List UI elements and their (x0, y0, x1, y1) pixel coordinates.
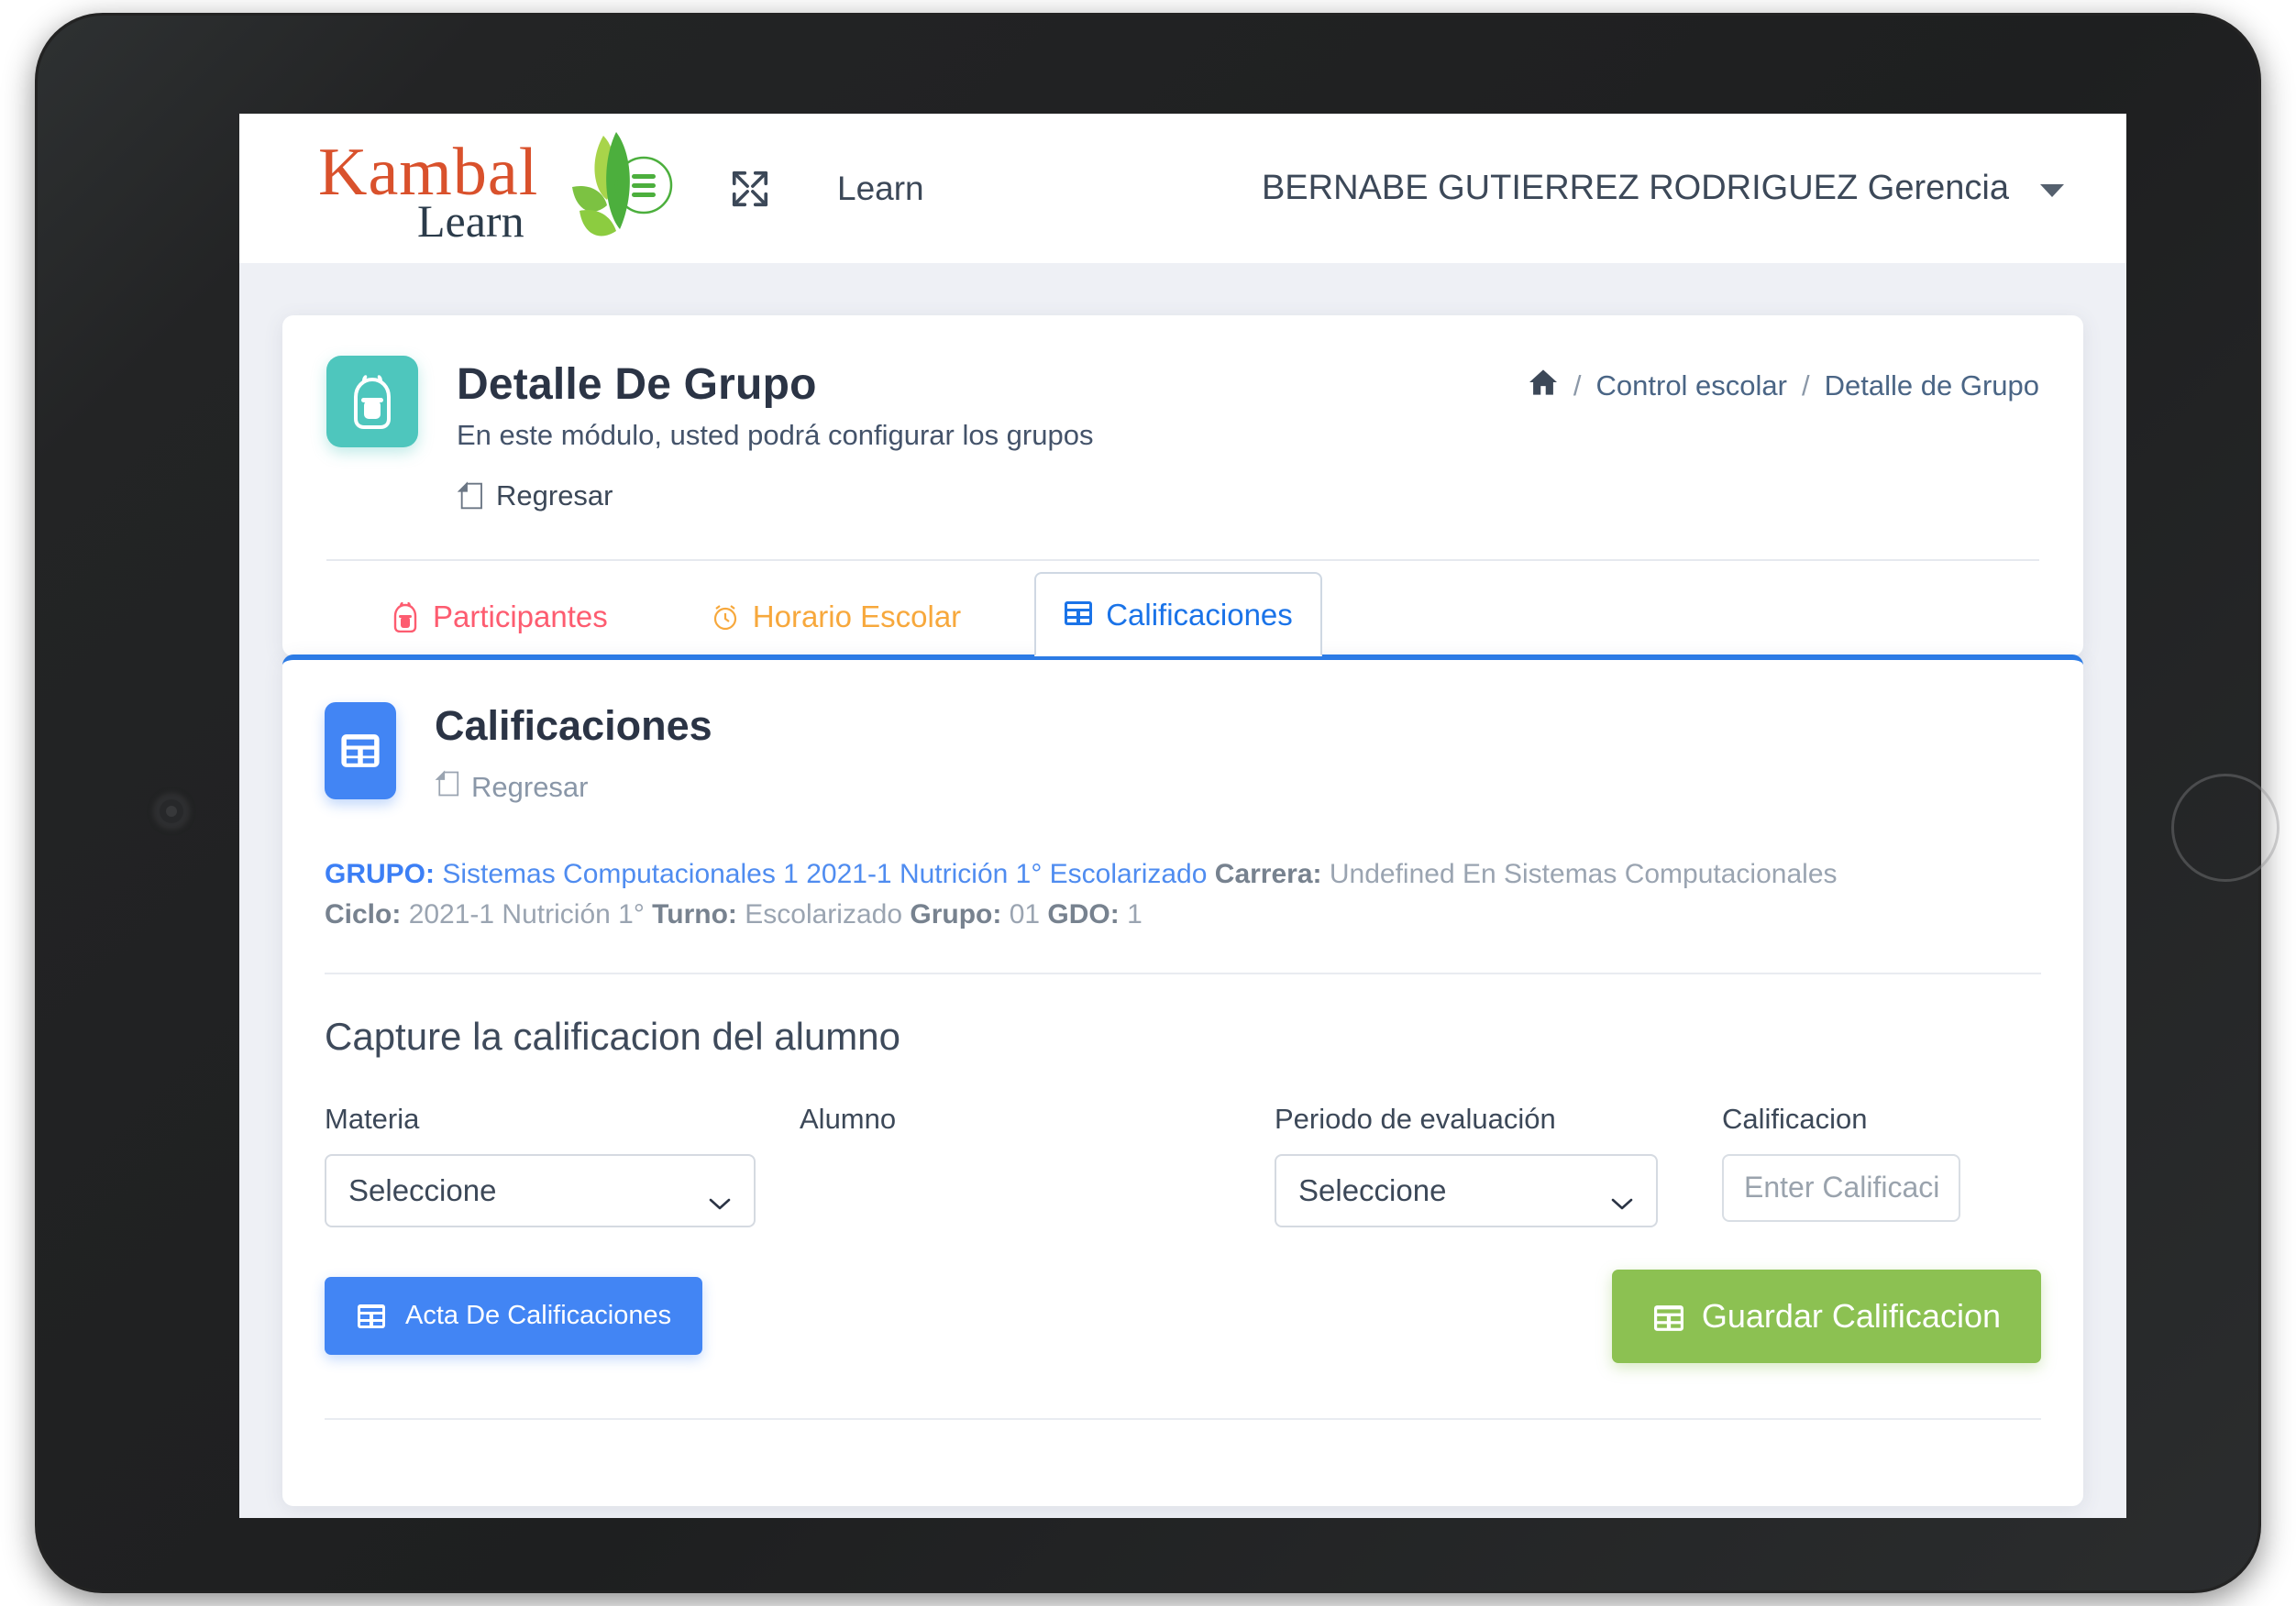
group-label: GRUPO: (325, 859, 435, 889)
card-footer-space (282, 1420, 2083, 1506)
grupo-num-value: 01 (1009, 899, 1041, 930)
module-header-card: Detalle De Grupo En este módulo, usted p… (282, 315, 2083, 656)
calificacion-label: Calificacion (1722, 1102, 1868, 1135)
chevron-down-icon[interactable] (2040, 184, 2064, 197)
tab-calificaciones[interactable]: Calificaciones (1034, 572, 1322, 656)
carrera-label: Carrera: (1214, 859, 1322, 889)
grade-capture-form: Materia Seleccione Alumno Periodo de eva… (325, 1103, 2041, 1227)
gdo-label: GDO: (1047, 899, 1120, 930)
table-grid-icon (325, 702, 396, 799)
breadcrumb-item-detalle-de-grupo[interactable]: Detalle de Grupo (1825, 369, 2039, 402)
tab-label-participantes: Participantes (433, 600, 608, 633)
guardar-calificacion-button[interactable]: Guardar Calificacion (1611, 1269, 2041, 1363)
field-materia: Materia Seleccione (325, 1103, 756, 1227)
acta-button-label: Acta De Calificaciones (405, 1301, 672, 1331)
turno-value: Escolarizado (745, 899, 903, 930)
grades-card-title: Calificaciones (435, 702, 712, 749)
periodo-select-value: Seleccione (1298, 1172, 1447, 1207)
tabs-row: Participantes Horario Escolar Calificaci… (326, 561, 2039, 656)
module-title-block: Detalle De Grupo En este módulo, usted p… (457, 356, 1093, 452)
periodo-label: Periodo de evaluación (1275, 1102, 1556, 1135)
tablet-device-frame: Kambal Learn Learn BERNABE GUTIERREZ ROD… (35, 13, 2279, 1593)
page-bottom-space (282, 1506, 2083, 1518)
field-periodo: Periodo de evaluación Seleccione (1275, 1103, 1678, 1227)
backpack-icon (391, 601, 420, 633)
nav-link-learn[interactable]: Learn (837, 170, 924, 208)
ciclo-value: 2021-1 Nutrición 1° (408, 899, 645, 930)
page-body: Detalle De Grupo En este módulo, usted p… (239, 263, 2126, 1518)
turno-label: Turno: (652, 899, 737, 930)
table-grid-icon (1652, 1303, 1683, 1331)
chevron-down-icon (708, 1183, 732, 1210)
grades-back-label: Regresar (471, 771, 589, 803)
breadcrumb-item-control-escolar[interactable]: Control escolar (1596, 369, 1787, 402)
module-back-button[interactable]: Regresar (457, 479, 613, 512)
alumno-label: Alumno (800, 1102, 897, 1135)
field-alumno: Alumno (800, 1103, 1231, 1227)
grupo-num-label: Grupo: (910, 899, 1002, 930)
grades-title-block: Calificaciones Regresar (435, 702, 712, 805)
guardar-button-label: Guardar Calificacion (1701, 1296, 2001, 1335)
group-info-text: GRUPO: Sistemas Computacionales 1 2021-1… (325, 854, 1883, 973)
breadcrumb-separator-2: / (1802, 369, 1810, 402)
capture-section-title: Capture la calificacion del alumno (325, 1014, 901, 1058)
chevron-down-icon (1610, 1183, 1634, 1210)
tablet-screen: Kambal Learn Learn BERNABE GUTIERREZ ROD… (239, 114, 2126, 1518)
page-subtitle: En este módulo, usted podrá configurar l… (457, 419, 1094, 451)
materia-label: Materia (325, 1102, 420, 1135)
table-grid-icon (356, 1303, 387, 1330)
grades-back-button[interactable]: Regresar (435, 770, 589, 805)
capture-section: Capture la calificacion del alumno Mater… (282, 974, 2083, 1227)
expand-arrows-icon[interactable] (729, 168, 771, 210)
module-header-row: Detalle De Grupo En este módulo, usted p… (326, 356, 2039, 452)
table-grid-icon (1064, 600, 1093, 631)
carrera-value: Undefined En Sistemas Computacionales (1329, 859, 1838, 889)
actions-row: Acta De Calificaciones Guardar Calificac… (282, 1227, 2083, 1363)
gdo-value: 1 (1127, 899, 1142, 930)
tab-label-calificaciones: Calificaciones (1106, 598, 1293, 632)
brand-logo[interactable]: Kambal Learn (318, 125, 685, 253)
materia-select[interactable]: Seleccione (325, 1153, 756, 1227)
backpack-icon (326, 356, 418, 447)
acta-de-calificaciones-button[interactable]: Acta De Calificaciones (325, 1277, 703, 1356)
logo-learn-text: Learn (417, 194, 524, 247)
calificacion-input[interactable] (1722, 1153, 1960, 1222)
tab-participantes[interactable]: Participantes (361, 574, 637, 656)
user-name-label: BERNABE GUTIERREZ RODRIGUEZ Gerencia (1261, 169, 2009, 207)
app-header: Kambal Learn Learn BERNABE GUTIERREZ ROD… (239, 114, 2126, 263)
grades-card-header: Calificaciones Regresar (282, 660, 2083, 805)
camera-lens-icon (156, 796, 187, 827)
page-title: Detalle De Grupo (457, 360, 817, 409)
tab-horario-escolar[interactable]: Horario Escolar (681, 574, 990, 656)
home-button[interactable] (2171, 774, 2279, 882)
back-page-icon (457, 481, 484, 511)
calificaciones-card: Calificaciones Regresar GRUPO: Sistemas … (282, 654, 2083, 1506)
materia-select-value: Seleccione (348, 1172, 497, 1207)
user-menu[interactable]: BERNABE GUTIERREZ RODRIGUEZ Gerencia (1262, 169, 2084, 208)
module-back-label: Regresar (496, 479, 613, 512)
breadcrumb: / Control escolar / Detalle de Grupo (1528, 356, 2039, 403)
back-page-icon (435, 770, 460, 805)
home-icon[interactable] (1528, 368, 1559, 403)
breadcrumb-separator: / (1573, 369, 1582, 402)
tab-label-horario-escolar: Horario Escolar (752, 600, 962, 633)
field-calificacion: Calificacion (1722, 1103, 2126, 1227)
periodo-select[interactable]: Seleccione (1275, 1153, 1658, 1227)
leaf-logo-icon (561, 130, 685, 252)
group-value: Sistemas Computacionales 1 2021-1 Nutric… (442, 859, 1208, 889)
alarm-clock-icon (711, 601, 740, 632)
ciclo-label: Ciclo: (325, 899, 402, 930)
